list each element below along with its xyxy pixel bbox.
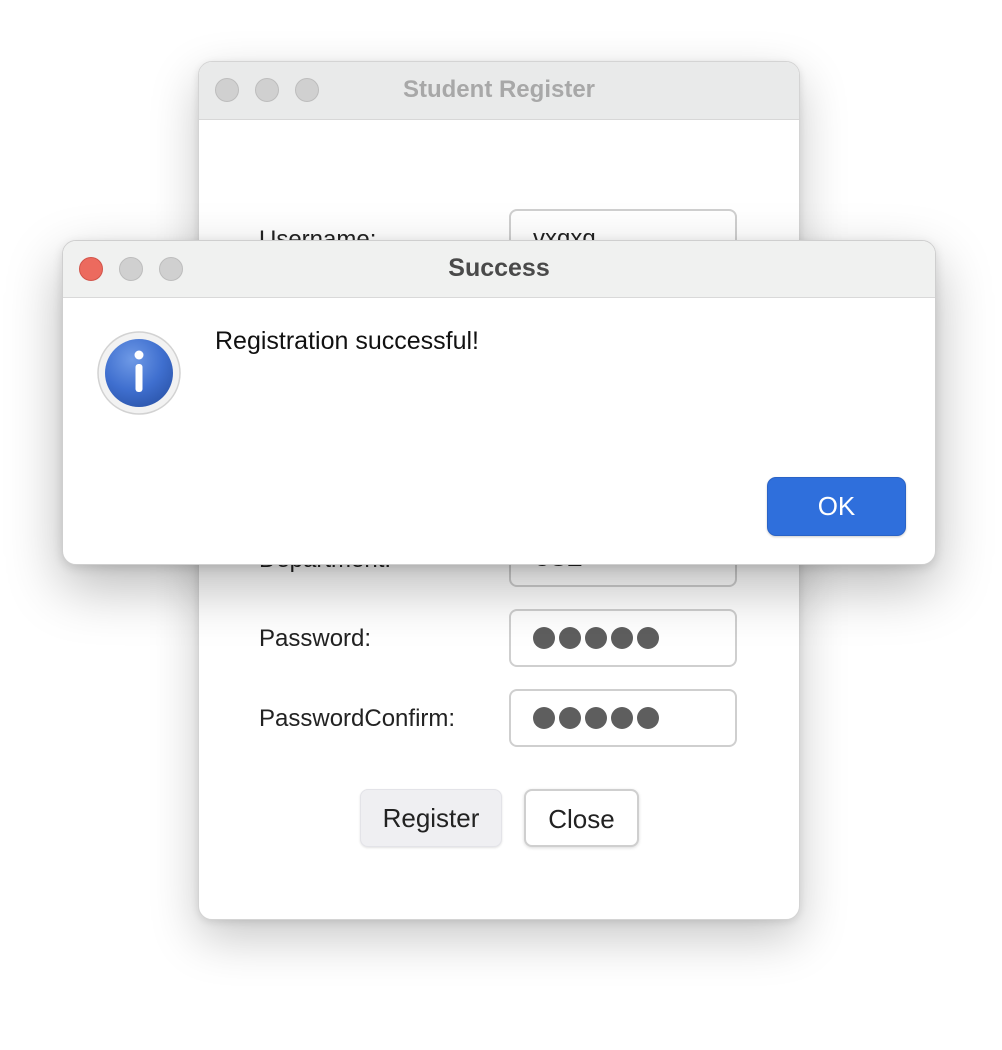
password-dot [611, 627, 633, 649]
info-icon [97, 331, 181, 415]
close-button[interactable]: Close [524, 789, 639, 847]
password-dot [585, 707, 607, 729]
password-confirm-label: PasswordConfirm: [259, 705, 456, 732]
password-dot [533, 707, 555, 729]
window-title: Student Register [402, 76, 596, 103]
password-confirm-mask [533, 705, 713, 729]
success-dialog: Success Registration successful! OK [62, 240, 936, 565]
password-dot [585, 627, 607, 649]
dialog-title: Success [448, 254, 550, 282]
password-dot [559, 627, 581, 649]
password-mask [533, 625, 713, 649]
main-window-titlebar[interactable]: Student Register [199, 62, 799, 120]
dialog-titlebar[interactable]: Success [63, 241, 935, 298]
password-field[interactable] [509, 609, 737, 667]
ok-button[interactable]: OK [767, 477, 906, 536]
register-button[interactable]: Register [360, 789, 502, 847]
password-dot [637, 707, 659, 729]
password-dot [611, 707, 633, 729]
dialog-message: Registration successful! [215, 327, 480, 355]
password-confirm-field[interactable] [509, 689, 737, 747]
password-label: Password: [259, 625, 372, 652]
password-dot [559, 707, 581, 729]
password-dot [637, 627, 659, 649]
password-dot [533, 627, 555, 649]
